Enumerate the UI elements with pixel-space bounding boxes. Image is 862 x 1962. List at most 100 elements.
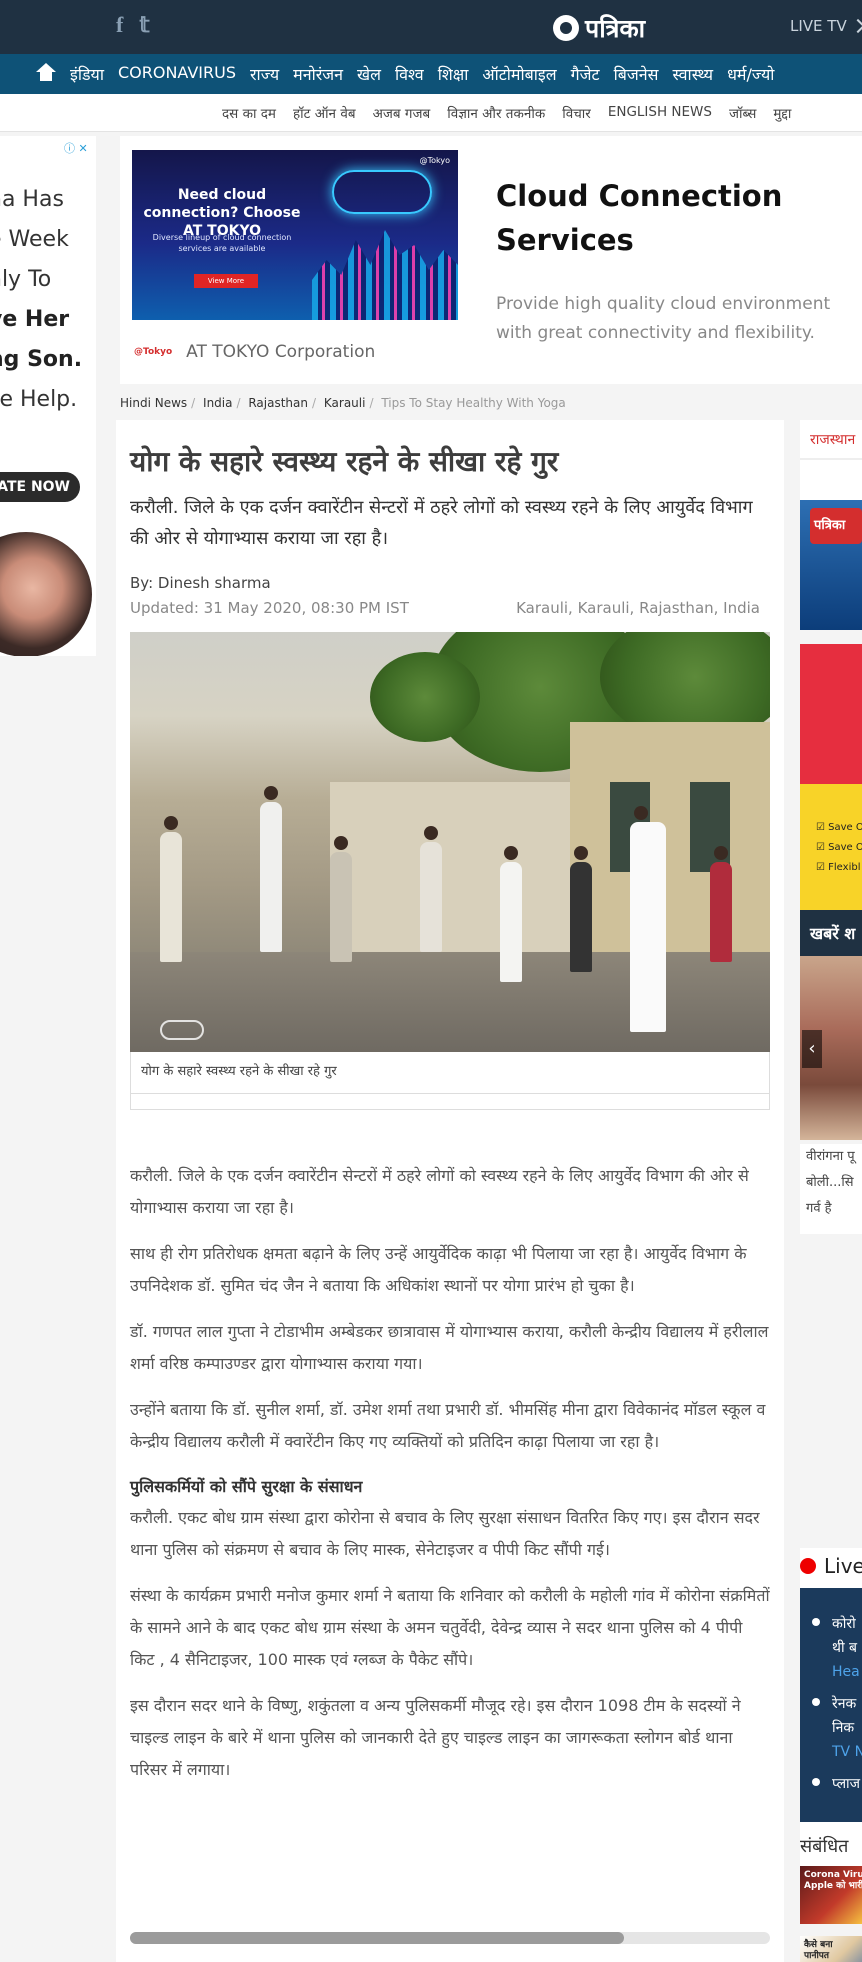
breadcrumb-item[interactable]: Hindi News [120, 396, 187, 410]
nav-item-business[interactable]: बिजनेस [614, 63, 659, 85]
sub-nav: दस का दम हॉट ऑन वेब अजब गजब विज्ञान और त… [0, 94, 862, 132]
breadcrumb-item[interactable]: Karauli [324, 396, 366, 410]
donate-button[interactable]: ATE NOW [0, 472, 80, 502]
ad-choices-icon[interactable]: ⓘ ✕ [64, 140, 88, 156]
left-side-ad[interactable]: ⓘ ✕ na Has e Week nly To ve Her ng Son. … [0, 136, 96, 656]
photo-person [500, 846, 522, 982]
twitter-icon[interactable]: 𝕥 [139, 12, 149, 38]
article-paragraph: साथ ही रोग प्रतिरोधक क्षमता बढ़ाने के लि… [130, 1244, 747, 1295]
subnav-item[interactable]: जॉब्स [729, 104, 756, 122]
subnav-item[interactable]: दस का दम [222, 104, 276, 122]
sidebar-ad-line: ☑ Save O [816, 822, 862, 833]
photo-ground [130, 952, 770, 1052]
related-thumbnail[interactable]: कैसे बना पानीपत [800, 1936, 862, 1962]
article-paragraph: करौली. एकट बोध ग्राम संस्था द्वारा कोरोन… [130, 1508, 760, 1559]
ad-city-graphic [312, 230, 458, 320]
live-tv-link[interactable]: LIVE TV [790, 17, 862, 35]
horizontal-scrollbar[interactable] [130, 1932, 770, 1944]
top-header: f 𝕥 पत्रिका LIVE TV [0, 0, 862, 54]
left-ad-line: ve Her [0, 307, 70, 332]
live-item-text: निक [832, 1720, 855, 1736]
nav-item-religion[interactable]: धर्म/ज्यो [727, 63, 774, 85]
caption-divider [130, 1094, 770, 1110]
chevron-right-icon [850, 18, 862, 34]
ad-image-subtext: Diverse lineup of cloud connection servi… [152, 233, 292, 253]
nav-item-sports[interactable]: खेल [357, 63, 381, 85]
photo-person [420, 826, 442, 952]
subnav-item[interactable]: अजब गजब [373, 104, 431, 122]
related-thumbnail[interactable]: Corona Viru Apple को भारी [800, 1866, 862, 1924]
live-item-text: रेनक [832, 1696, 857, 1712]
related-thumbnail-text: Corona Viru Apple को भारी [804, 1870, 862, 1891]
news-slider-text[interactable]: वीरांगना पू बोली...सि गर्व है [800, 1144, 862, 1234]
breadcrumb-item[interactable]: India [203, 396, 232, 410]
left-ad-line: e Week [0, 227, 69, 252]
nav-item-states[interactable]: राज्य [250, 63, 279, 85]
live-item-link[interactable]: Hea [832, 1660, 860, 1684]
ad-title[interactable]: Cloud Connection Services [496, 174, 846, 262]
news-slider-image[interactable]: ‹ [800, 956, 862, 1140]
advertiser-name: AT TOKYO Corporation [186, 342, 376, 362]
live-section-title: Live [824, 1554, 862, 1578]
nav-item-world[interactable]: विश्व [395, 63, 424, 85]
main-nav: इंडिया CORONAVIRUS राज्य मनोरंजन खेल विश… [0, 54, 862, 94]
article-paragraph: डॉ. गणपत लाल गुप्ता ने टोडाभीम अम्बेडकर … [130, 1322, 769, 1373]
article-photo[interactable] [130, 632, 770, 1052]
cloud-icon [332, 170, 432, 214]
nav-item-coronavirus[interactable]: CORONAVIRUS [118, 63, 236, 85]
ad-advertiser[interactable]: @Tokyo AT TOKYO Corporation [134, 342, 375, 362]
article-byline[interactable]: By: Dinesh sharma [130, 574, 271, 592]
ad-image[interactable]: @Tokyo Need cloud connection? Choose AT … [132, 150, 458, 320]
left-ad-text: na Has e Week nly To ve Her ng Son. se H… [0, 180, 96, 420]
scrollbar-thumb[interactable] [130, 1932, 624, 1944]
rajasthan-section-title[interactable]: राजस्थान [800, 420, 862, 460]
subnav-item[interactable]: मुद्दा [773, 104, 791, 122]
live-updates-list: कोरो थी ब Hea रेनक निक TV N प्लाज [800, 1588, 862, 1822]
subnav-item[interactable]: ENGLISH NEWS [608, 104, 712, 122]
related-section-header: संबंधित [800, 1822, 862, 1868]
photo-caption: योग के सहारे स्वस्थ्य रहने के सीखा रहे ग… [130, 1052, 770, 1094]
nav-item-gadget[interactable]: गैजेट [571, 63, 600, 85]
article-location: Karauli, Karauli, Rajasthan, India [516, 599, 760, 617]
nav-item-entertainment[interactable]: मनोरंजन [293, 63, 343, 85]
site-logo[interactable]: पत्रिका [553, 11, 645, 45]
article-body: करौली. जिले के एक दर्जन क्वारेंटीन सेन्ट… [130, 1160, 770, 1800]
photo-building [330, 782, 570, 952]
article-paragraph: उन्होंने बताया कि डॉ. सुनील शर्मा, डॉ. उ… [130, 1400, 766, 1451]
advertiser-logo: @Tokyo [134, 347, 173, 357]
subnav-item[interactable]: विज्ञान और तकनीक [447, 104, 545, 122]
bullet-icon [812, 1618, 820, 1626]
nav-item-health[interactable]: स्वास्थ्य [672, 63, 713, 85]
left-ad-line: nly To [0, 267, 52, 292]
nav-item-automobile[interactable]: ऑटोमोबाइल [482, 63, 556, 85]
news-section-header: खबरें श [800, 910, 862, 956]
subnav-item[interactable]: हॉट ऑन वेब [293, 104, 356, 122]
article-subheading: पुलिसकर्मियों को सौंपे सुरक्षा के संसाधन [130, 1477, 363, 1496]
nav-item-india[interactable]: इंडिया [70, 63, 104, 85]
article-paragraph: संस्था के कार्यक्रम प्रभारी मनोज कुमार श… [130, 1586, 770, 1669]
photo-person [330, 836, 352, 962]
left-ad-line: se Help. [0, 387, 78, 412]
article-summary: करौली. जिले के एक दर्जन क्वारेंटीन सेन्ट… [130, 497, 753, 549]
home-icon[interactable] [36, 63, 56, 83]
top-banner-ad[interactable]: @Tokyo Need cloud connection? Choose AT … [120, 136, 862, 384]
logo-mark-icon [553, 15, 579, 41]
right-sidebar: राजस्थान पत्रिका ☑ Save O ☑ Save O ☑ Fle… [800, 420, 862, 1962]
live-item-link[interactable]: TV N [832, 1740, 862, 1764]
rajasthan-card[interactable]: पत्रिका [800, 460, 862, 630]
sidebar-ad[interactable]: ☑ Save O ☑ Save O ☑ Flexibl [800, 644, 862, 914]
news-slider-line: गर्व है [806, 1201, 832, 1216]
social-links: f 𝕥 [116, 12, 150, 38]
sidebar-ad-line: ☑ Flexibl [816, 862, 861, 873]
chevron-left-icon[interactable]: ‹ [802, 1030, 822, 1068]
breadcrumb-item[interactable]: Rajasthan [248, 396, 308, 410]
bullet-icon [812, 1778, 820, 1786]
article-paragraph: इस दौरान सदर थाने के विष्णु, शकुंतला व अ… [130, 1696, 741, 1779]
related-section-title: संबंधित [800, 1836, 849, 1857]
facebook-icon[interactable]: f [116, 12, 123, 38]
ad-view-more-button[interactable]: View More [194, 274, 258, 288]
nav-item-education[interactable]: शिक्षा [438, 63, 469, 85]
photo-gallery-icon[interactable] [160, 1020, 204, 1040]
subnav-item[interactable]: विचार [562, 104, 591, 122]
article-paragraph: करौली. जिले के एक दर्जन क्वारेंटीन सेन्ट… [130, 1166, 749, 1217]
